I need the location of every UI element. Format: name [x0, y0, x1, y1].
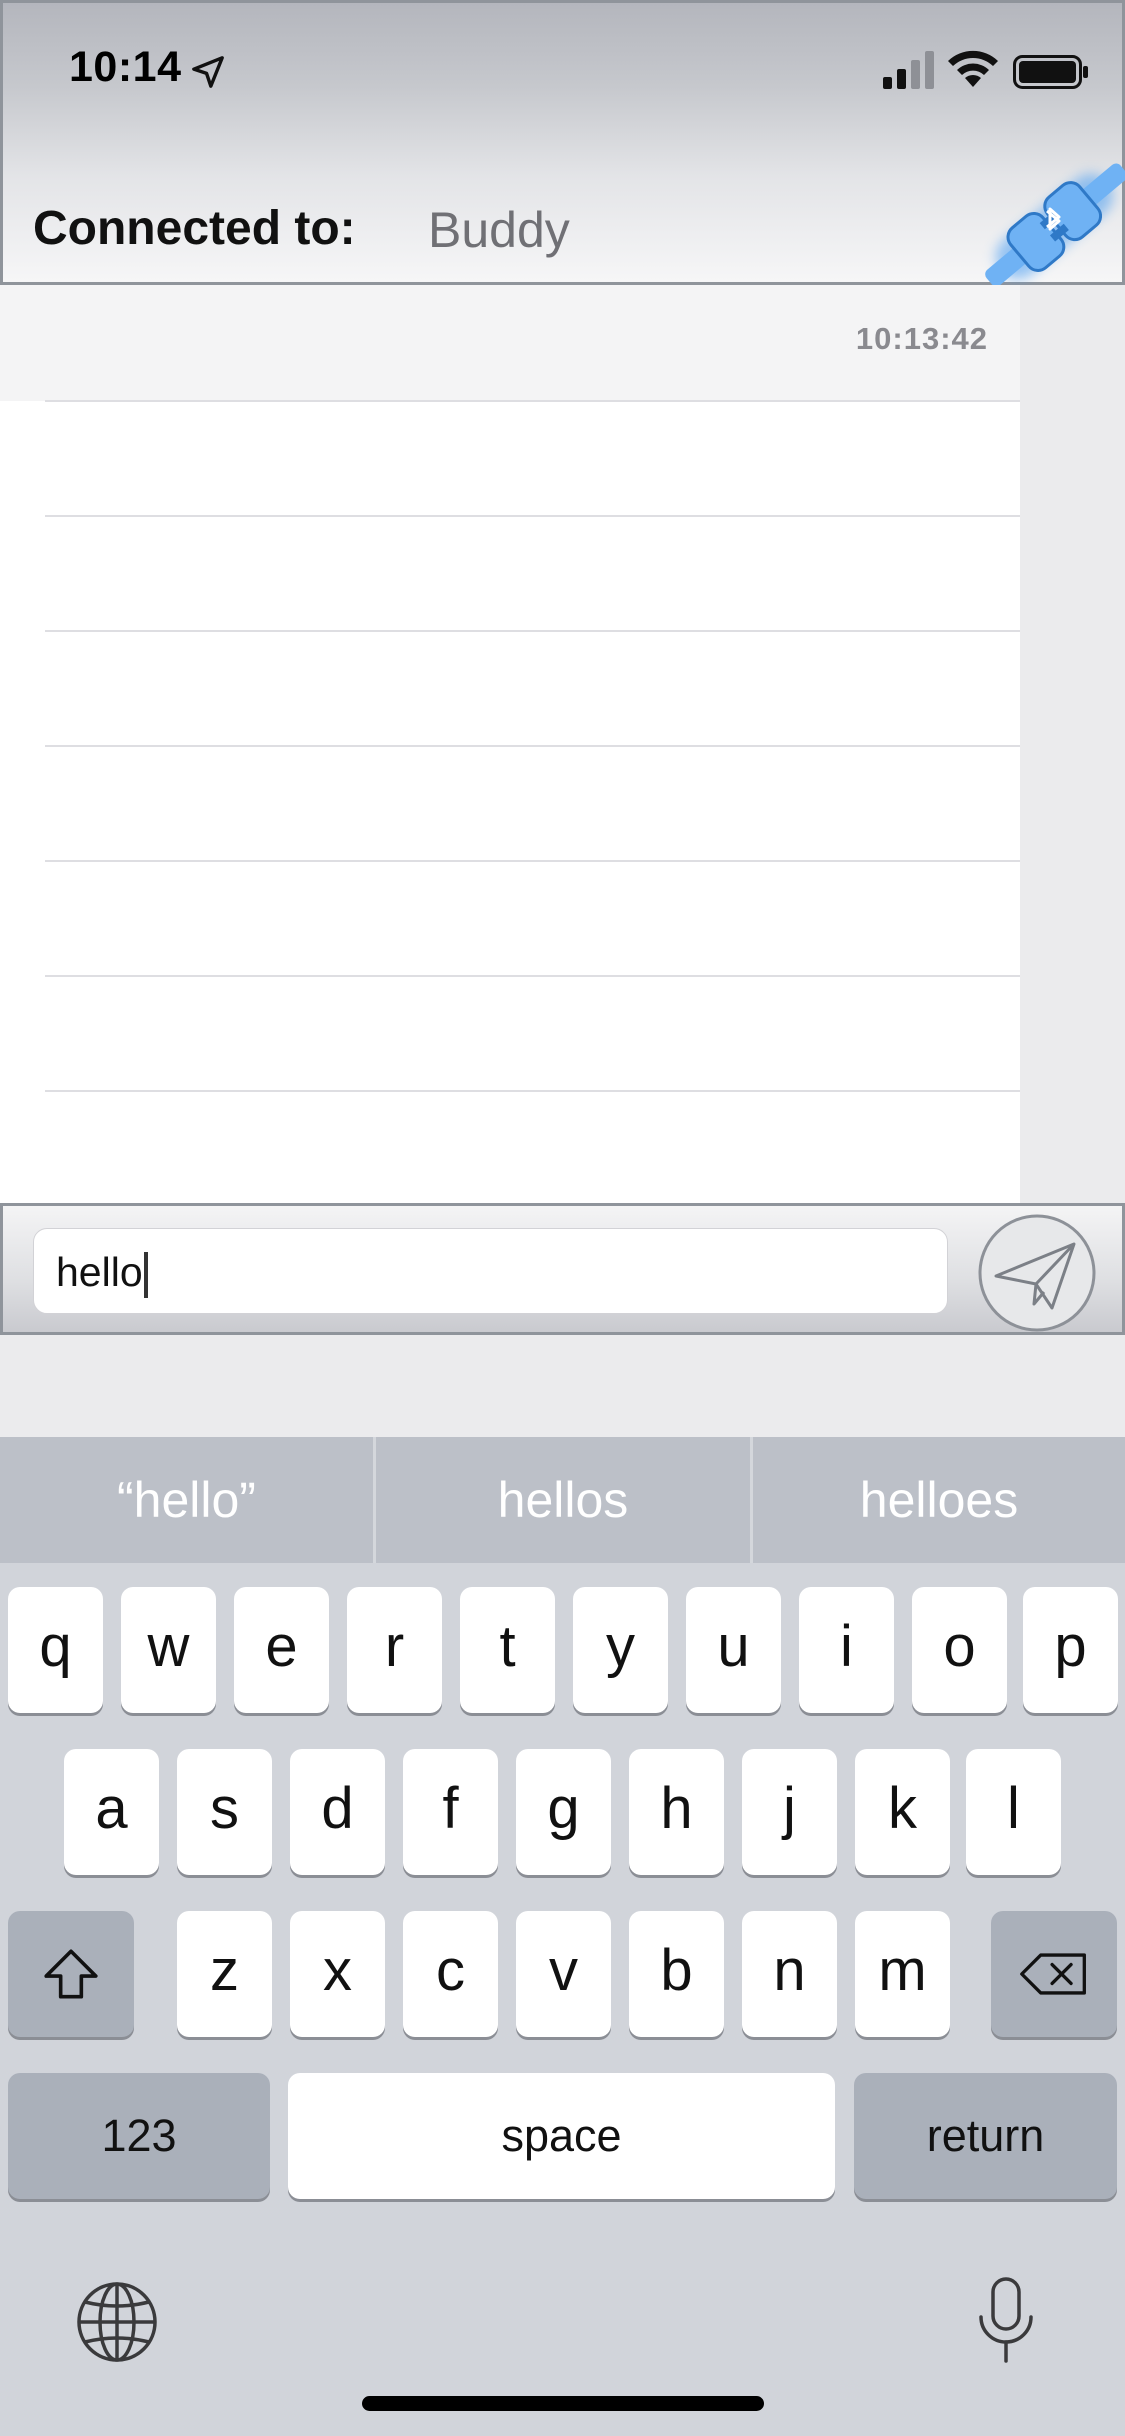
message-list[interactable]: 10:13:42 — [0, 285, 1020, 1203]
row-divider — [45, 630, 1020, 632]
space-key[interactable]: space — [288, 2073, 835, 2199]
key-o[interactable]: o — [912, 1587, 1007, 1713]
home-indicator[interactable] — [362, 2396, 764, 2411]
shift-icon — [44, 1949, 98, 1999]
message-input[interactable]: hello — [33, 1228, 948, 1314]
key-i[interactable]: i — [799, 1587, 894, 1713]
key-y[interactable]: y — [573, 1587, 668, 1713]
row-divider — [45, 745, 1020, 747]
battery-icon — [1013, 55, 1088, 89]
connected-device-name: Buddy — [428, 202, 570, 258]
text-caret — [143, 1252, 148, 1299]
cellular-signal-icon — [883, 51, 934, 89]
key-g[interactable]: g — [516, 1749, 611, 1875]
key-r[interactable]: r — [347, 1587, 442, 1713]
key-v[interactable]: v — [516, 1911, 611, 2037]
connected-to-label: Connected to: — [33, 202, 356, 255]
row-divider — [45, 1090, 1020, 1092]
delete-key[interactable] — [991, 1911, 1117, 2037]
key-d[interactable]: d — [290, 1749, 385, 1875]
key-q[interactable]: q — [8, 1587, 103, 1713]
key-n[interactable]: n — [742, 1911, 837, 2037]
shift-key[interactable] — [8, 1911, 134, 2037]
key-e[interactable]: e — [234, 1587, 329, 1713]
send-button[interactable] — [976, 1212, 1098, 1334]
suggestion-item[interactable]: “hello” — [0, 1437, 373, 1563]
row-divider — [45, 975, 1020, 977]
delete-icon — [1020, 1953, 1086, 1995]
key-b[interactable]: b — [629, 1911, 724, 2037]
key-k[interactable]: k — [855, 1749, 950, 1875]
row-divider — [45, 515, 1020, 517]
composer-bar: hello — [0, 1203, 1125, 1335]
message-input-text: hello — [56, 1249, 143, 1295]
key-c[interactable]: c — [403, 1911, 498, 2037]
keyboard-spacer — [0, 1335, 1125, 1437]
microphone-icon[interactable] — [975, 2275, 1037, 2367]
key-f[interactable]: f — [403, 1749, 498, 1875]
list-item[interactable]: 10:13:42 — [0, 285, 1020, 401]
wifi-icon — [948, 50, 998, 87]
suggestion-item[interactable]: helloes — [753, 1437, 1125, 1563]
suggestion-item[interactable]: hellos — [376, 1437, 750, 1563]
row-divider — [45, 400, 1020, 402]
connection-header: 10:14 Connected to: Buddy — [0, 0, 1125, 287]
key-s[interactable]: s — [177, 1749, 272, 1875]
key-z[interactable]: z — [177, 1911, 272, 2037]
key-x[interactable]: x — [290, 1911, 385, 2037]
location-arrow-icon — [192, 56, 224, 88]
message-timestamp: 10:13:42 — [855, 321, 988, 356]
key-l[interactable]: l — [966, 1749, 1061, 1875]
key-a[interactable]: a — [64, 1749, 159, 1875]
key-w[interactable]: w — [121, 1587, 216, 1713]
return-key[interactable]: return — [854, 2073, 1117, 2199]
row-divider — [45, 860, 1020, 862]
suggestion-bar: “hello” hellos helloes — [0, 1437, 1125, 1563]
status-time: 10:14 — [69, 43, 182, 91]
keyboard: “hello” hellos helloes q w e r t y u i o… — [0, 1437, 1125, 2436]
key-h[interactable]: h — [629, 1749, 724, 1875]
globe-icon[interactable] — [72, 2277, 162, 2367]
key-m[interactable]: m — [855, 1911, 950, 2037]
key-p[interactable]: p — [1023, 1587, 1118, 1713]
bluetooth-plug-icon[interactable] — [978, 153, 1125, 293]
key-u[interactable]: u — [686, 1587, 781, 1713]
key-t[interactable]: t — [460, 1587, 555, 1713]
key-j[interactable]: j — [742, 1749, 837, 1875]
scroll-gutter — [1020, 285, 1125, 1203]
numbers-key[interactable]: 123 — [8, 2073, 270, 2199]
